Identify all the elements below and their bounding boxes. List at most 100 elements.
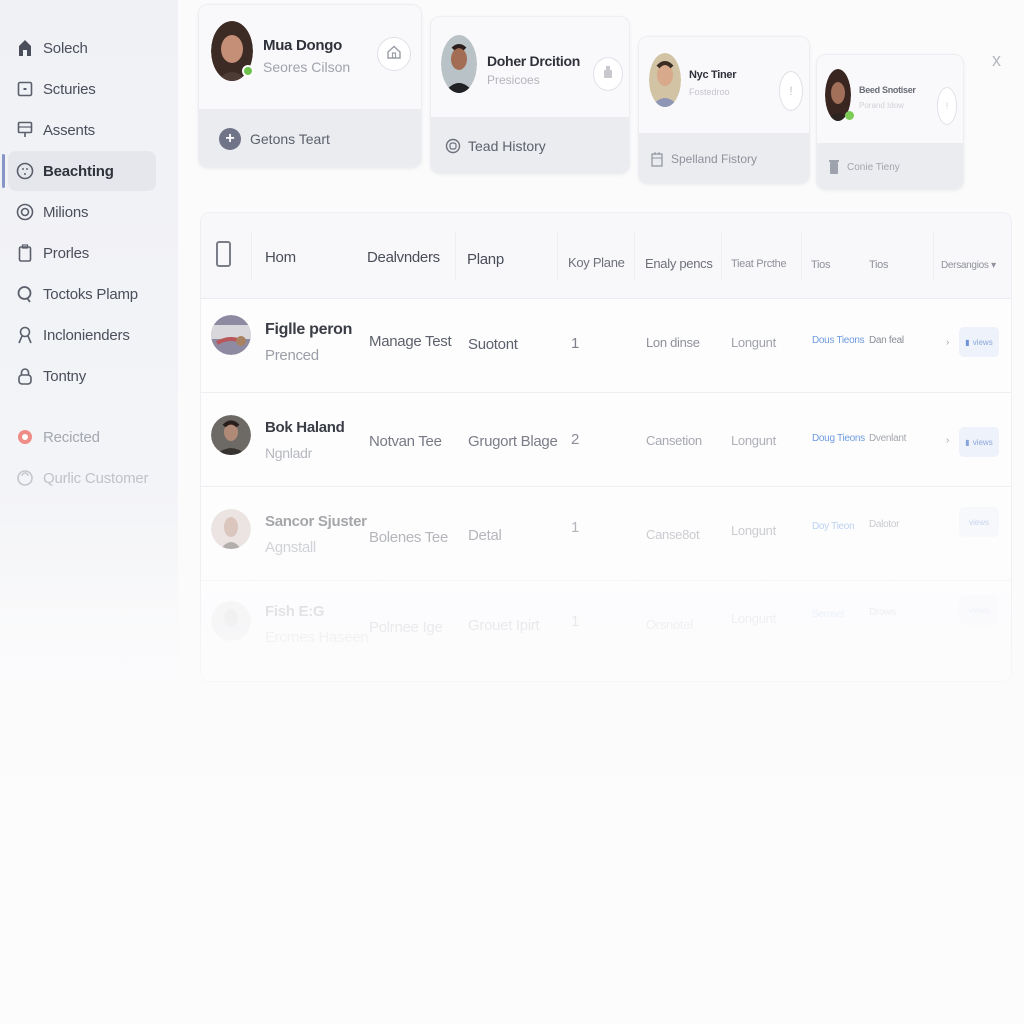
sidebar-item-beachting[interactable]: Beachting [2, 151, 156, 191]
sidebar-item-scturies[interactable]: Scturies [8, 69, 156, 109]
column-header-label: Dersangios [941, 260, 989, 271]
column-header[interactable]: Tios [811, 259, 830, 271]
column-header[interactable]: Planp [467, 251, 504, 268]
user-icon: ▮ [965, 337, 970, 347]
card-footer-label: Getons Teart [250, 131, 330, 147]
close-icon: x [992, 50, 1001, 70]
row-name[interactable]: Fish E:G [265, 603, 325, 620]
row-name[interactable]: Sancor Sjuster [265, 513, 367, 530]
row-subtitle: Ercrnes Haseen [265, 629, 369, 646]
avatar [211, 601, 251, 641]
sidebar-item-inclonienders[interactable]: Inclonienders [8, 315, 156, 355]
history-icon [445, 138, 461, 154]
sidebar-item-toctoks-plamp[interactable]: Toctoks Plamp [8, 274, 156, 314]
card-footer-button[interactable]: Tead History [431, 117, 629, 173]
monitor-icon [16, 121, 34, 139]
row-action-button[interactable]: ▮ views [959, 327, 999, 357]
bottle-icon [603, 65, 613, 84]
row-subtitle: Prenced [265, 347, 319, 364]
chevron-icon[interactable]: › [946, 435, 949, 446]
row-cell: Longunt [731, 523, 776, 538]
table-row[interactable]: Bok Haland Ngnladr Notvan Tee Grugort Bl… [201, 393, 1011, 487]
table-header: Hom Dealvnders Planp Koy Plane Enaly pen… [201, 213, 1011, 299]
home-icon [387, 45, 401, 64]
card-footer-button[interactable]: Spelland Fistory [639, 133, 809, 183]
row-link[interactable]: Doug Tieons [812, 433, 865, 444]
column-divider [634, 231, 635, 281]
column-divider [933, 231, 934, 281]
sidebar-item-assents[interactable]: Assents [8, 110, 156, 150]
card-footer-button[interactable]: + Getons Teart [199, 109, 421, 167]
row-action-button[interactable]: views [959, 595, 999, 625]
row-cell: 1 [571, 613, 580, 630]
card-name: Nyc Tiner [689, 69, 737, 81]
row-link[interactable]: Sernsel [812, 609, 844, 620]
card-action-button[interactable] [593, 57, 623, 91]
chevron-icon[interactable]: › [946, 337, 949, 348]
table-row[interactable]: Sancor Sjuster Agnstall Bolenes Tee Deta… [201, 487, 1011, 581]
sidebar-item-tontny[interactable]: Tontny [8, 356, 156, 396]
card-name: Mua Dongo [263, 37, 342, 54]
sidebar-item-label: Recicted [43, 428, 100, 446]
sidebar-item-label: Solech [43, 39, 88, 57]
record-icon [16, 428, 34, 446]
select-all-checkbox[interactable] [216, 241, 231, 267]
card-name: Beed Snotiser [859, 85, 916, 95]
row-action-button[interactable]: ▮ views [959, 427, 999, 457]
column-header-sortable[interactable]: Dersangios ▾ [941, 260, 996, 271]
sidebar-item-label: Qurlic Customer [43, 469, 149, 487]
row-action-button[interactable]: views [959, 507, 999, 537]
avatar [211, 315, 251, 355]
customer-icon [16, 469, 34, 487]
sidebar-item-recicted[interactable]: Recicted [8, 417, 156, 457]
column-header[interactable]: Tios [869, 259, 888, 271]
table-row[interactable]: Fish E:G Ercrnes Haseen Polrnee Ige Grou… [201, 581, 1011, 675]
sidebar: Solech Scturies Assents Beachting Milion… [0, 0, 178, 690]
row-cell: Lon dinse [646, 335, 700, 350]
card-subtitle: Seores Cilson [263, 59, 351, 75]
face-circle-icon [16, 162, 34, 180]
card-action-button[interactable]: ! [937, 87, 957, 125]
row-cell: Dalotor [869, 519, 900, 530]
sidebar-item-solech[interactable]: Solech [8, 28, 156, 68]
row-link[interactable]: Dous Tieons [812, 335, 865, 346]
card-footer-button[interactable]: Conie Tieny [817, 143, 963, 189]
row-cell: Dvenlant [869, 433, 907, 444]
card-action-button[interactable]: ! [779, 71, 803, 111]
home-icon [16, 39, 34, 57]
row-subtitle: Ngnladr [265, 445, 312, 461]
avatar [211, 415, 251, 455]
sidebar-item-qurlic-customer[interactable]: Qurlic Customer [8, 458, 156, 498]
row-cell: Bolenes Tee [369, 529, 448, 546]
card-footer-label: Spelland Fistory [671, 152, 758, 166]
search-icon [16, 285, 34, 303]
table-row[interactable]: Figlle peron Prenced Manage Test Suotont… [201, 299, 1011, 393]
profile-card: Beed Snotiser Porand Idow ! Conie Tieny [816, 54, 964, 190]
column-header[interactable]: Dealvnders [367, 249, 440, 266]
column-header[interactable]: Enaly pencs [645, 256, 713, 271]
close-button[interactable]: x [992, 50, 1001, 71]
sidebar-item-milions[interactable]: Milions [8, 192, 156, 232]
info-icon: ! [789, 84, 793, 98]
card-subtitle: Porand Idow [859, 101, 904, 110]
row-name[interactable]: Bok Haland [265, 419, 345, 436]
chevron-down-icon: ▾ [991, 260, 996, 271]
row-cell: Canse8ot [646, 527, 700, 542]
row-link[interactable]: Doy Tieon [812, 521, 855, 532]
column-divider [801, 231, 802, 281]
trash-icon [829, 159, 839, 175]
card-footer-label: Conie Tieny [847, 161, 900, 173]
row-cell: 1 [571, 519, 580, 536]
profile-card: Mua Dongo Seores Cilson + Getons Teart [198, 4, 422, 168]
sidebar-item-prorles[interactable]: Prorles [8, 233, 156, 273]
card-action-button[interactable] [377, 37, 411, 71]
column-header[interactable]: Hom [265, 249, 296, 266]
online-status-dot [242, 65, 254, 77]
profile-card: Nyc Tiner Fostedroo ! Spelland Fistory [638, 36, 810, 184]
column-header[interactable]: Koy Plane [568, 255, 625, 270]
row-cell: Detal [468, 527, 502, 544]
row-cell: Grouet Ipirt [468, 617, 540, 634]
column-header[interactable]: Tieat Prcthe [731, 258, 787, 270]
card-subtitle: Fostedroo [689, 87, 730, 97]
row-name[interactable]: Figlle peron [265, 321, 352, 339]
